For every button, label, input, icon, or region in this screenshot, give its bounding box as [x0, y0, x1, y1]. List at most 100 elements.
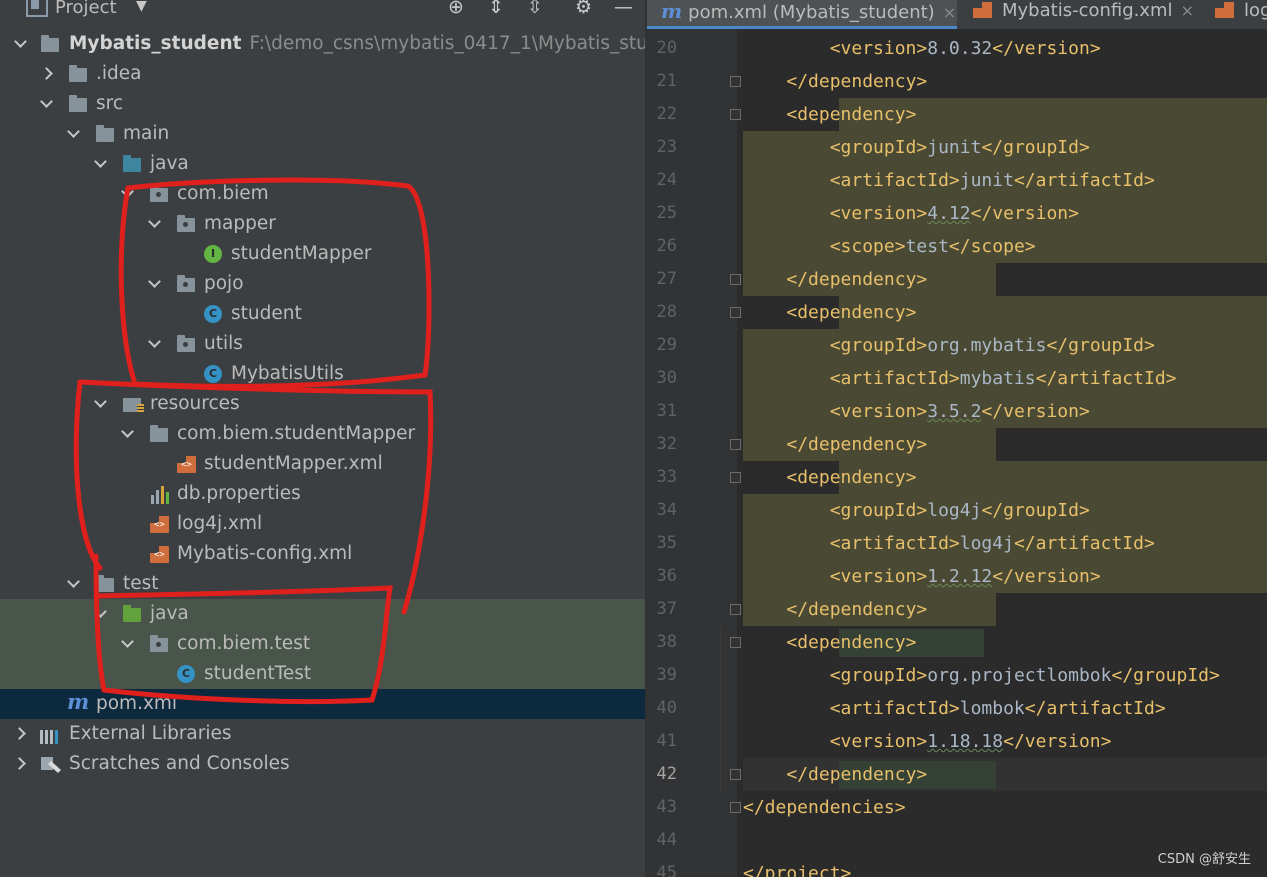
expand-arrow-icon[interactable]: [40, 67, 53, 80]
code-editor[interactable]: 20 21 22 23 24 25 26 27 28 29 30 31 32 3…: [647, 0, 1267, 877]
tree-item-log4j-xml[interactable]: log4j.xml: [0, 509, 645, 539]
tree-item-com-biem-student-mapper[interactable]: com.biem.studentMapper: [0, 419, 645, 449]
tree-item-student-test[interactable]: C studentTest: [0, 659, 645, 689]
tree-label: test: [123, 573, 159, 594]
fold-marker-icon[interactable]: [730, 439, 741, 450]
tree-item-scratches[interactable]: Scratches and Consoles: [0, 749, 645, 779]
tree-item-project-root[interactable]: Mybatis_student F:\demo_csns\mybatis_0417…: [0, 29, 645, 59]
tree-item-db-properties[interactable]: db.properties: [0, 479, 645, 509]
project-panel-header: Project ▼ ⊕ ⇕ ⇳ ⚙ —: [0, 0, 645, 22]
tree-label: studentMapper.xml: [204, 453, 383, 474]
package-icon: [150, 635, 168, 652]
collapse-arrow-icon[interactable]: [94, 605, 107, 618]
locate-file-icon[interactable]: ⊕: [448, 0, 464, 18]
expand-arrow-icon[interactable]: [13, 727, 26, 740]
tab-label: pom.xml (Mybatis_student): [688, 2, 935, 23]
folder-icon: [150, 425, 168, 442]
code-line-23: <groupId>junit</groupId>: [829, 137, 1090, 158]
maven-icon: m: [661, 0, 683, 23]
tree-item-mapper[interactable]: mapper: [0, 209, 645, 239]
close-tab-icon[interactable]: ×: [1181, 1, 1194, 20]
line-number: 26: [656, 236, 677, 256]
collapse-arrow-icon[interactable]: [40, 95, 53, 108]
folder-icon: [69, 95, 87, 112]
tree-item-com-biem[interactable]: com.biem: [0, 179, 645, 209]
collapse-arrow-icon[interactable]: [148, 215, 161, 228]
code-line-33: <dependency>: [786, 467, 917, 488]
tab-mybatis-config-xml[interactable]: Mybatis-config.xml ×: [959, 0, 1199, 29]
collapse-arrow-icon[interactable]: [67, 125, 80, 138]
code-line-36: <version>1.2.12</version>: [829, 566, 1101, 587]
xml-file-icon: [150, 516, 169, 533]
code-line-40: <artifactId>lombok</artifactId>: [829, 698, 1166, 719]
tree-item-student-mapper-xml[interactable]: studentMapper.xml: [0, 449, 645, 479]
collapse-arrow-icon[interactable]: [94, 155, 107, 168]
code-line-24: <artifactId>junit</artifactId>: [829, 170, 1155, 191]
tree-item-idea[interactable]: .idea: [0, 59, 645, 89]
tree-item-external-libraries[interactable]: External Libraries: [0, 719, 645, 749]
fold-marker-icon[interactable]: [730, 604, 741, 615]
collapse-arrow-icon[interactable]: [121, 425, 134, 438]
fold-marker-icon[interactable]: [730, 109, 741, 120]
tree-item-com-biem-test[interactable]: com.biem.test: [0, 629, 645, 659]
fold-marker-icon[interactable]: [730, 472, 741, 483]
project-panel-title[interactable]: Project: [55, 0, 117, 18]
package-icon: [150, 185, 168, 202]
code-line-20: <version>8.0.32</version>: [829, 38, 1101, 59]
tree-label: studentTest: [204, 663, 312, 684]
line-number: 45: [656, 863, 677, 877]
hide-panel-icon[interactable]: —: [614, 0, 633, 18]
collapse-arrow-icon[interactable]: [148, 335, 161, 348]
line-number: 24: [656, 170, 677, 190]
collapse-arrow-icon[interactable]: [148, 275, 161, 288]
fold-marker-icon[interactable]: [730, 769, 741, 780]
fold-marker-icon[interactable]: [730, 637, 741, 648]
close-tab-icon[interactable]: ×: [943, 3, 956, 22]
tree-item-src[interactable]: src: [0, 89, 645, 119]
tree-item-student[interactable]: C student: [0, 299, 645, 329]
settings-gear-icon[interactable]: ⚙: [575, 0, 592, 18]
tab-pom-xml[interactable]: m pom.xml (Mybatis_student) ×: [647, 0, 957, 29]
tree-item-java[interactable]: java: [0, 149, 645, 179]
collapse-all-icon[interactable]: ⇳: [527, 0, 543, 18]
collapse-arrow-icon[interactable]: [67, 575, 80, 588]
tab-label: log: [1244, 0, 1267, 21]
fold-marker-icon[interactable]: [730, 76, 741, 87]
tree-item-mybatis-config-xml[interactable]: Mybatis-config.xml: [0, 539, 645, 569]
tree-label: pojo: [204, 273, 244, 294]
tree-item-utils[interactable]: utils: [0, 329, 645, 359]
tree-label: utils: [204, 333, 243, 354]
tree-item-test-java[interactable]: java: [0, 599, 645, 629]
collapse-arrow-icon[interactable]: [14, 35, 27, 48]
tree-item-resources[interactable]: resources: [0, 389, 645, 419]
tree-item-main[interactable]: main: [0, 119, 645, 149]
collapse-arrow-icon[interactable]: [121, 635, 134, 648]
xml-file-icon: [150, 546, 169, 563]
expand-all-icon[interactable]: ⇕: [488, 0, 504, 18]
maven-icon: m: [67, 689, 90, 714]
code-line-30: <artifactId>mybatis</artifactId>: [829, 368, 1177, 389]
expand-arrow-icon[interactable]: [13, 757, 26, 770]
tree-item-pojo[interactable]: pojo: [0, 269, 645, 299]
line-number: 44: [656, 830, 677, 850]
tree-item-pom-xml[interactable]: m pom.xml: [0, 689, 645, 719]
fold-marker-icon[interactable]: [730, 274, 741, 285]
tab-log4j-xml[interactable]: log: [1201, 0, 1267, 29]
xml-file-icon: [973, 2, 992, 18]
view-dropdown-icon[interactable]: ▼: [136, 0, 147, 14]
tree-label: main: [123, 123, 170, 144]
tree-item-student-mapper[interactable]: I studentMapper: [0, 239, 645, 269]
code-line-42: </dependency>: [786, 764, 928, 785]
folder-icon: [69, 65, 87, 82]
interface-icon: I: [204, 245, 222, 263]
fold-marker-icon[interactable]: [730, 802, 741, 813]
project-view-icon: [26, 0, 48, 17]
fold-marker-icon[interactable]: [730, 307, 741, 318]
collapse-arrow-icon[interactable]: [94, 395, 107, 408]
code-line-37: </dependency>: [786, 599, 928, 620]
folder-icon: [96, 575, 114, 592]
tree-item-mybatis-utils[interactable]: C MybatisUtils: [0, 359, 645, 389]
code-line-39: <groupId>org.projectlombok</groupId>: [829, 665, 1220, 686]
tree-item-test[interactable]: test: [0, 569, 645, 599]
collapse-arrow-icon[interactable]: [121, 185, 134, 198]
